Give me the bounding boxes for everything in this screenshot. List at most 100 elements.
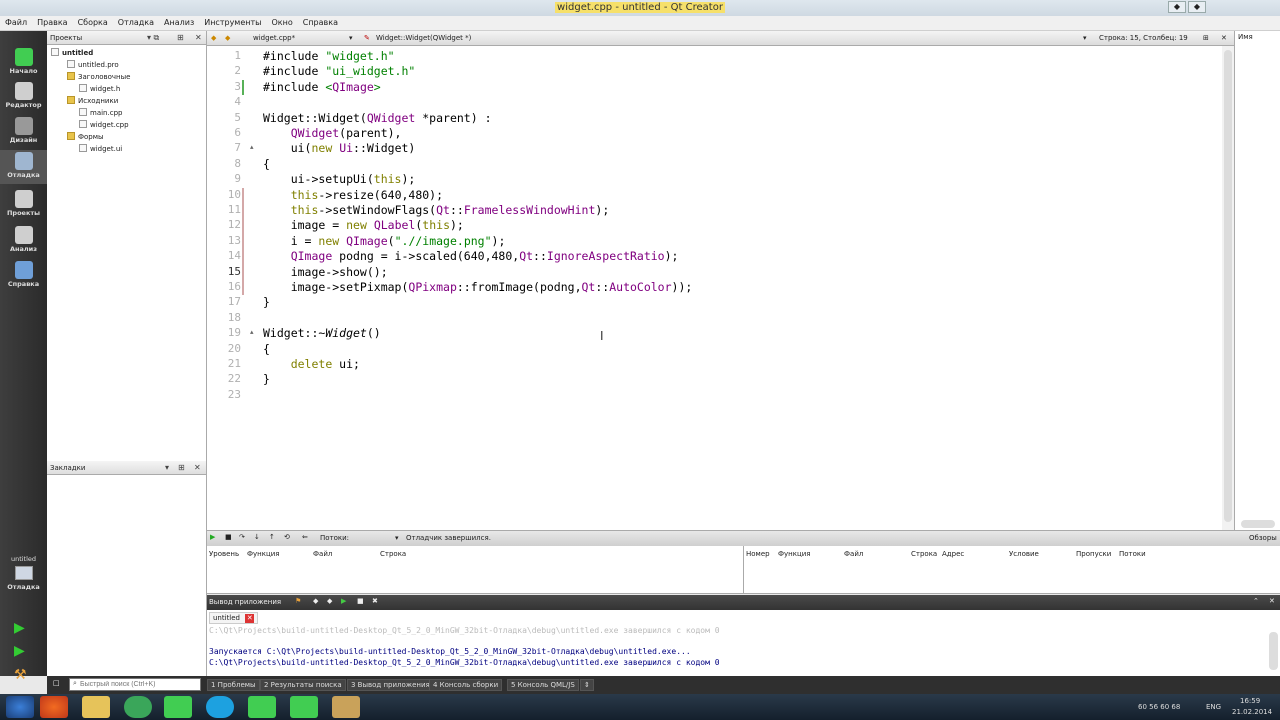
close-icon[interactable]: ✕ <box>1221 34 1227 42</box>
step-into-icon[interactable]: ↓ <box>254 533 260 541</box>
output-tab[interactable]: untitled ✕ <box>209 612 259 624</box>
code-line[interactable]: { <box>263 342 270 356</box>
breakpoint-column-header[interactable]: Потоки <box>1119 550 1146 558</box>
chevron-icon[interactable]: ⇕ <box>580 679 594 691</box>
editor-scrollbar[interactable] <box>1222 46 1234 530</box>
file-combo[interactable]: widget.cpp* <box>253 34 295 42</box>
code-line[interactable]: Widget::~Widget() <box>263 326 381 340</box>
code-line[interactable]: i = new QImage(".//image.png"); <box>263 234 506 248</box>
stop-icon[interactable]: ■ <box>225 533 232 541</box>
minimize-button[interactable]: ◆ <box>1168 1 1186 13</box>
back-icon[interactable]: ⇐ <box>302 533 308 541</box>
lang-indicator[interactable]: ENG <box>1206 703 1221 711</box>
splitter[interactable] <box>743 546 744 594</box>
output-pane-tab[interactable]: 3 Вывод приложения <box>347 679 434 691</box>
step-over-icon[interactable]: ↷ <box>239 533 245 541</box>
restart-icon[interactable]: ⟲ <box>284 533 290 541</box>
symbol-combo[interactable]: Widget::Widget(QWidget *) <box>376 34 471 42</box>
tree-item[interactable]: widget.ui <box>51 143 206 155</box>
menu-item[interactable]: Инструменты <box>199 16 266 29</box>
breakpoint-column-header[interactable]: Функция <box>778 550 811 558</box>
code-line[interactable]: Widget::Widget(QWidget *parent) : <box>263 111 492 125</box>
start-icon[interactable] <box>6 696 34 718</box>
mode-5[interactable]: Проекты <box>0 188 47 222</box>
breakpoint-column-header[interactable]: Строка <box>911 550 937 558</box>
code-line[interactable]: QWidget(parent), <box>263 126 402 140</box>
close-icon[interactable]: ✕ <box>194 463 201 472</box>
mode-3[interactable]: Дизайн <box>0 115 47 149</box>
code-line[interactable]: ui(new Ui::Widget) <box>263 141 416 155</box>
menu-item[interactable]: Окно <box>266 16 297 29</box>
code-line[interactable]: QImage podng = i->scaled(640,480,Qt::Ign… <box>263 249 679 263</box>
chevron-down-icon[interactable]: ▾ <box>165 463 169 472</box>
code-line[interactable]: } <box>263 295 270 309</box>
stack-column-header[interactable]: Уровень <box>209 550 239 558</box>
breakpoint-column-header[interactable]: Пропуски <box>1076 550 1111 558</box>
output-pane-tab[interactable]: 1 Проблемы <box>207 679 260 691</box>
tree-item[interactable]: Исходники <box>51 95 206 107</box>
quick-search-input[interactable] <box>69 678 201 691</box>
maximize-button[interactable]: ◆ <box>1188 1 1206 13</box>
maximize-icon[interactable]: ⌃ <box>1253 597 1259 605</box>
stop-icon[interactable]: ■ <box>357 597 364 605</box>
step-out-icon[interactable]: ↑ <box>269 533 275 541</box>
scroll-thumb[interactable] <box>1224 50 1232 522</box>
tree-item[interactable]: Заголовочные <box>51 71 206 83</box>
menu-item[interactable]: Анализ <box>159 16 199 29</box>
code-line[interactable]: #include <QImage> <box>263 80 381 94</box>
utorrent-icon[interactable] <box>124 696 152 718</box>
tree-item[interactable]: untitled.pro <box>51 59 206 71</box>
chevron-down-icon[interactable]: ▾ <box>349 34 353 42</box>
mode-1[interactable]: Начало <box>0 46 47 80</box>
mode-7[interactable]: Справка <box>0 259 47 293</box>
filter-icon[interactable]: ▾ ⧉ <box>147 33 159 43</box>
code-line[interactable]: } <box>263 372 270 386</box>
code-line[interactable] <box>263 311 270 325</box>
output-pane-tab[interactable]: 2 Результаты поиска <box>260 679 346 691</box>
menu-item[interactable]: Сборка <box>73 16 113 29</box>
stack-column-header[interactable]: Функция <box>247 550 280 558</box>
fold-marker-icon[interactable]: ▴ <box>250 328 254 336</box>
chevron-down-icon[interactable]: ▾ <box>1083 34 1087 42</box>
code-line[interactable]: #include "ui_widget.h" <box>263 64 415 78</box>
code-line[interactable]: delete ui; <box>263 357 360 371</box>
explorer-icon[interactable] <box>82 696 110 718</box>
qt-assistant-icon[interactable] <box>290 696 318 718</box>
mode-6[interactable]: Анализ <box>0 224 47 258</box>
split-icon[interactable]: ⊞ <box>178 463 185 472</box>
breakpoint-column-header[interactable]: Условие <box>1009 550 1039 558</box>
code-line[interactable]: image = new QLabel(this); <box>263 218 464 232</box>
output-pane-tab[interactable]: 5 Консоль QML/JS <box>507 679 579 691</box>
close-icon[interactable]: ✕ <box>1269 597 1275 605</box>
code-line[interactable]: this->setWindowFlags(Qt::FramelessWindow… <box>263 203 610 217</box>
fold-marker-icon[interactable]: ▴ <box>250 143 254 151</box>
sidebar-toggle-icon[interactable]: □ <box>53 679 60 687</box>
clear-icon[interactable]: ✖ <box>372 597 378 605</box>
tree-item[interactable]: widget.cpp <box>51 119 206 131</box>
run-icon[interactable]: ▶ <box>14 620 25 636</box>
skype-icon[interactable] <box>206 696 234 718</box>
code-line[interactable]: this->resize(640,480); <box>263 188 443 202</box>
mode-2[interactable]: Редактор <box>0 80 47 114</box>
app-icon[interactable] <box>332 696 360 718</box>
run-icon[interactable]: ▶ <box>341 597 346 605</box>
forward-icon[interactable]: ◆ <box>225 34 230 42</box>
overview-label[interactable]: Обзоры <box>1249 534 1277 542</box>
breakpoint-column-header[interactable]: Номер <box>746 550 770 558</box>
code-line[interactable]: ui->setupUi(this); <box>263 172 416 186</box>
mode-4[interactable]: Отладка <box>0 150 47 184</box>
tree-item[interactable]: Формы <box>51 131 206 143</box>
tree-item[interactable]: untitled <box>51 47 206 59</box>
output-pane-tab[interactable]: 4 Консоль сборки <box>429 679 503 691</box>
tree-item[interactable]: main.cpp <box>51 107 206 119</box>
menu-item[interactable]: Файл <box>0 16 32 29</box>
tree-item[interactable]: widget.h <box>51 83 206 95</box>
code-line[interactable]: #include "widget.h" <box>263 49 395 63</box>
back-icon[interactable]: ◆ <box>211 34 216 42</box>
stack-column-header[interactable]: Строка <box>380 550 406 558</box>
continue-icon[interactable]: ▶ <box>210 533 215 541</box>
split-icon[interactable]: ⊞ <box>1203 34 1209 42</box>
output-scroll-thumb[interactable] <box>1269 632 1278 670</box>
code-line[interactable] <box>263 388 270 402</box>
code-line[interactable]: { <box>263 157 270 171</box>
